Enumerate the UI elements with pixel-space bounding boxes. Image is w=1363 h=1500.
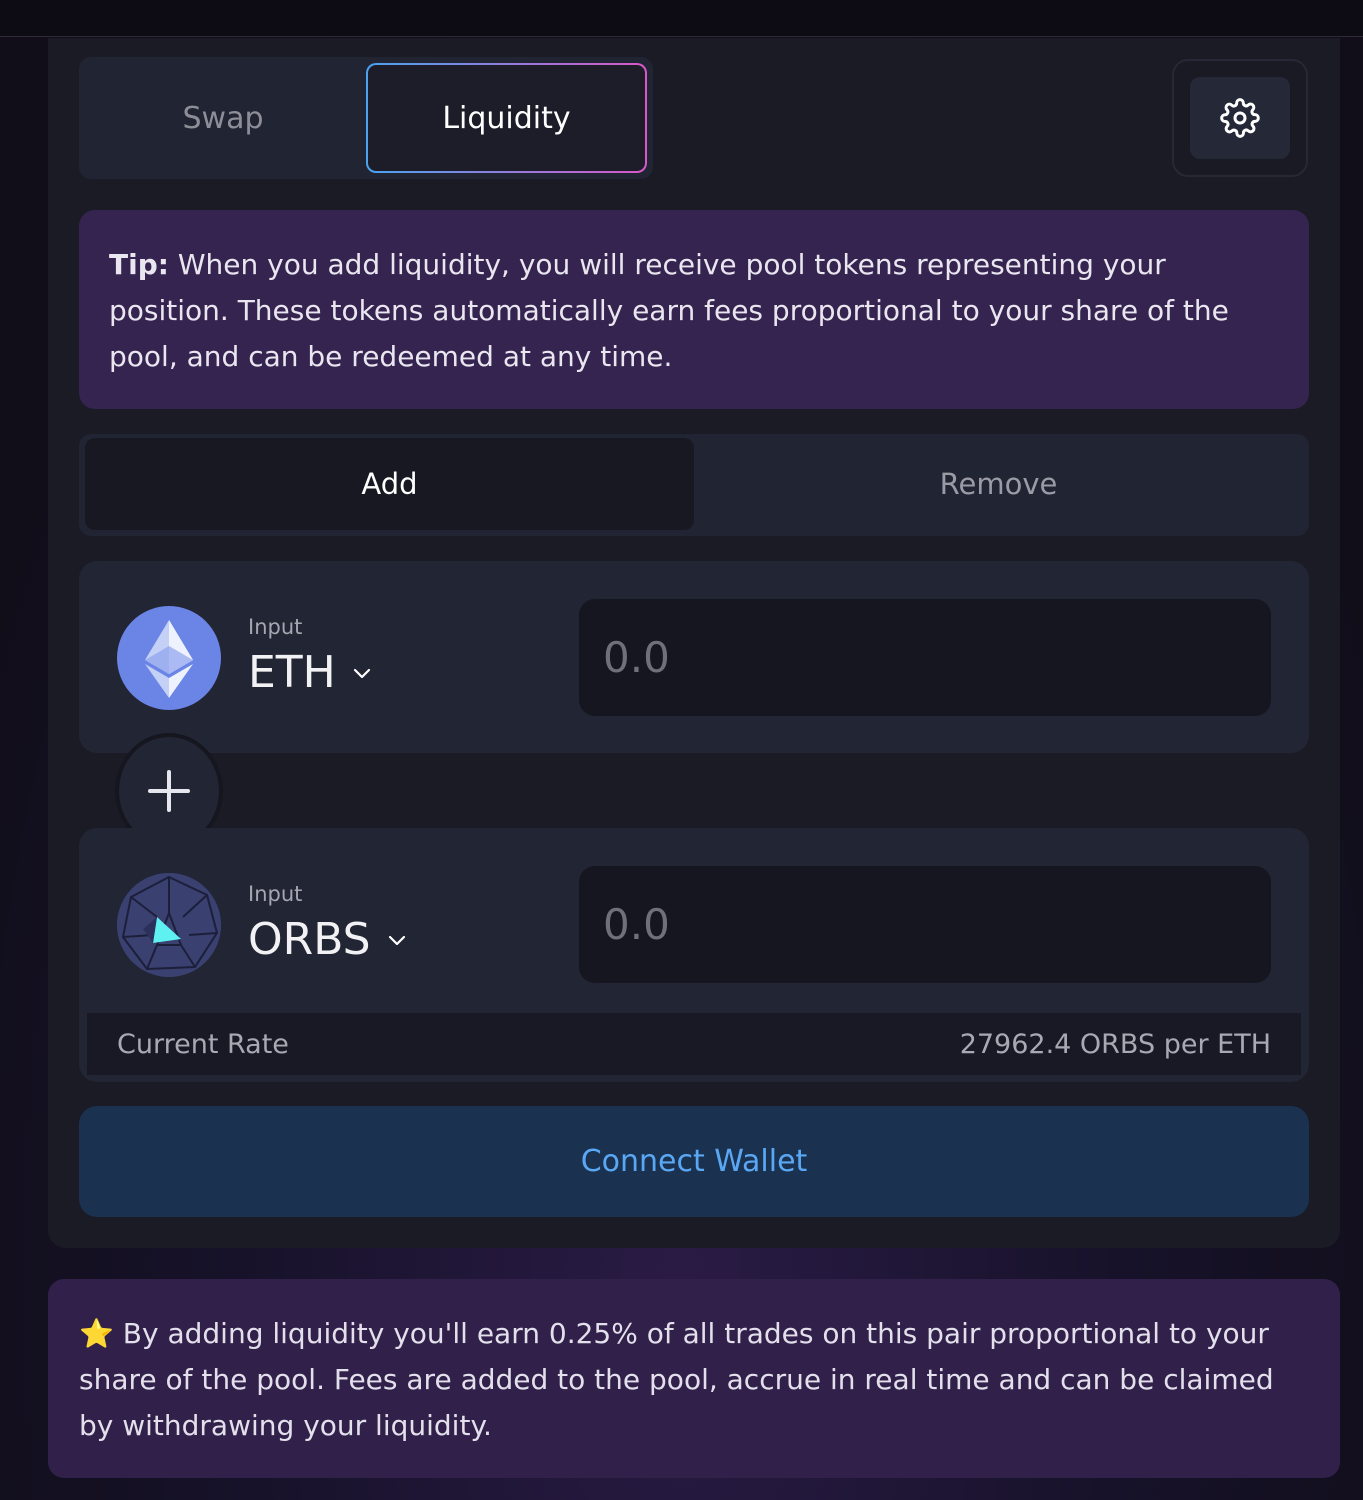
- tip-box: Tip: When you add liquidity, you will re…: [79, 210, 1309, 409]
- settings-button[interactable]: [1190, 77, 1290, 159]
- connect-wallet-button[interactable]: Connect Wallet: [79, 1106, 1309, 1217]
- chevron-down-icon: [353, 668, 370, 678]
- token-b-panel: Input ORBS Current Rate 27962.4 ORBS per…: [79, 828, 1309, 1082]
- token-a-label: Input: [248, 615, 303, 639]
- remove-button[interactable]: Remove: [694, 438, 1303, 530]
- add-remove-toggle: Add Remove: [79, 434, 1309, 536]
- tab-liquidity[interactable]: Liquidity: [366, 63, 647, 173]
- liquidity-card: Swap Liquidity Tip: When you add liquidi…: [48, 38, 1340, 1248]
- fees-info-box: ⭐ By adding liquidity you'll earn 0.25% …: [48, 1279, 1340, 1478]
- token-b-symbol: ORBS: [248, 914, 371, 965]
- token-b-label: Input: [248, 882, 303, 906]
- token-b-amount-input[interactable]: [579, 866, 1271, 983]
- gear-icon: [1220, 98, 1260, 138]
- token-a-symbol: ETH: [248, 647, 336, 698]
- token-a-panel: Input ETH: [79, 561, 1309, 753]
- ethereum-logo-icon: [117, 606, 221, 710]
- token-a-amount-input[interactable]: [579, 599, 1271, 716]
- current-rate-row: Current Rate 27962.4 ORBS per ETH: [87, 1013, 1301, 1075]
- token-b-selector[interactable]: ORBS: [248, 914, 409, 965]
- rate-label: Current Rate: [117, 1028, 289, 1060]
- tip-text: When you add liquidity, you will receive…: [109, 248, 1229, 373]
- rate-value: 27962.4 ORBS per ETH: [959, 1028, 1271, 1060]
- chevron-down-icon: [388, 935, 405, 945]
- add-button[interactable]: Add: [85, 438, 694, 530]
- token-a-selector[interactable]: ETH: [248, 647, 374, 698]
- tip-label: Tip:: [109, 248, 169, 281]
- fees-info-text: By adding liquidity you'll earn 0.25% of…: [79, 1317, 1274, 1442]
- top-bar: [0, 0, 1363, 37]
- settings-container: [1172, 59, 1308, 177]
- orbs-logo-icon: [117, 873, 221, 977]
- tab-swap[interactable]: Swap: [79, 57, 367, 179]
- mode-tabs: Swap Liquidity: [79, 57, 653, 179]
- star-icon: ⭐: [79, 1317, 114, 1350]
